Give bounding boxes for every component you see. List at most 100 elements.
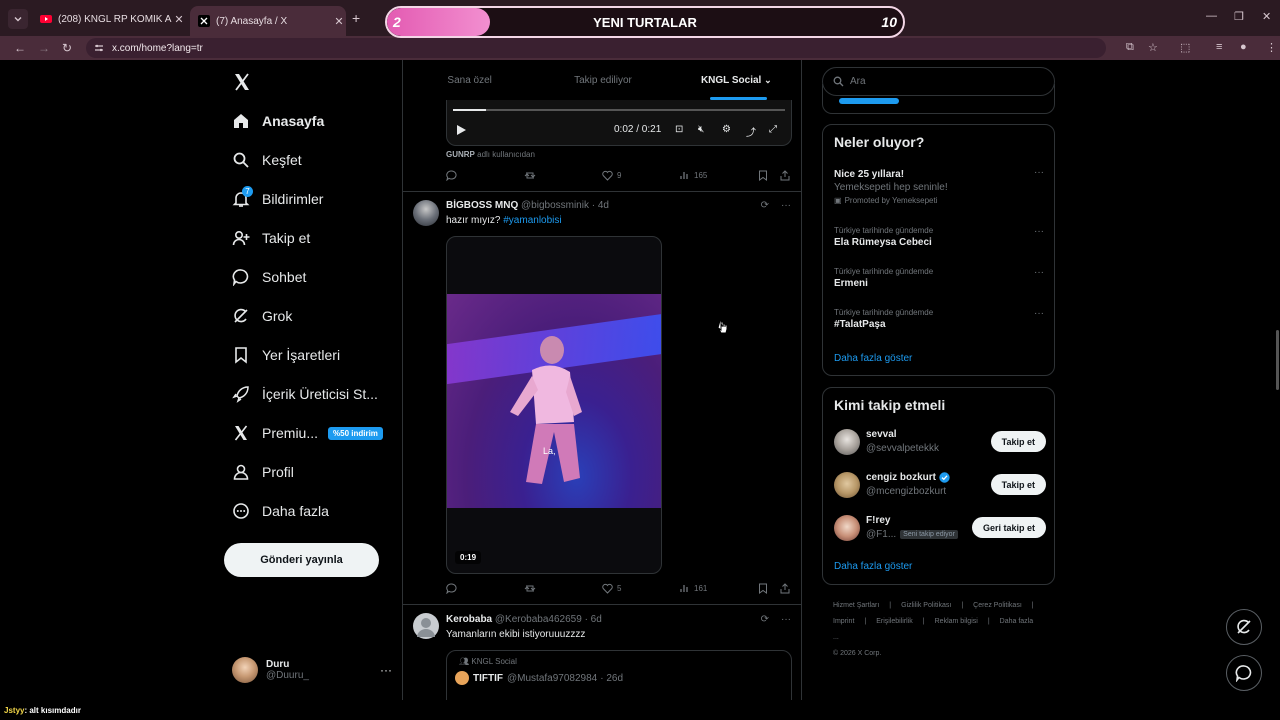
extensions-icon[interactable]: ⬚	[1180, 41, 1190, 54]
nav-item-explore[interactable]: Keşfet	[232, 144, 302, 176]
follow-back-button[interactable]: Geri takip et	[971, 517, 1046, 538]
close-window-icon[interactable]: ✕	[1262, 10, 1271, 23]
new-tab-button[interactable]: +	[352, 10, 360, 26]
footer-link-terms[interactable]: Hizmet Şartları	[833, 602, 879, 609]
page-scrollbar[interactable]	[1276, 330, 1279, 390]
trend-item[interactable]: Türkiye tarihinde gündemde Ela Rümeysa C…	[834, 226, 1044, 248]
author-handle[interactable]: @Kerobaba462659	[495, 614, 582, 625]
browser-tab-youtube[interactable]: (208) KNGL RP KOMİK ANLAR # ✕	[32, 6, 186, 32]
avatar[interactable]	[413, 613, 439, 639]
nav-item-follow[interactable]: Takip et	[232, 222, 310, 254]
footer-link-privacy[interactable]: Gizlilik Politikası	[901, 602, 951, 609]
captions-icon[interactable]: ⊡	[675, 124, 683, 135]
more-icon[interactable]: ···	[380, 663, 392, 677]
repost-icon[interactable]	[524, 170, 540, 181]
restore-icon[interactable]: ❐	[1234, 10, 1244, 23]
like-button[interactable]: 9	[602, 170, 621, 181]
forward-icon[interactable]: →	[38, 41, 50, 55]
trend-item[interactable]: Türkiye tarihinde gündemde Ermeni ···	[834, 267, 1044, 289]
follow-button[interactable]: Takip et	[990, 431, 1046, 452]
search-input[interactable]: Ara	[822, 67, 1055, 96]
footer-link-ads-info[interactable]: Reklam bilgisi	[935, 618, 978, 625]
settings-gear-icon[interactable]: ⚙	[722, 124, 731, 135]
video-seek-bar[interactable]	[453, 109, 785, 111]
mute-icon[interactable]: 🔇︎	[698, 124, 704, 135]
share-icon[interactable]	[780, 170, 794, 181]
share-icon[interactable]	[780, 583, 794, 594]
tab-for-you[interactable]: Sana özel	[403, 60, 536, 100]
more-icon[interactable]: ···	[781, 200, 791, 211]
messages-fab-button[interactable]	[1226, 655, 1262, 691]
reload-icon[interactable]: ↻	[62, 41, 72, 55]
nav-item-notifications[interactable]: 7 Bildirimler	[232, 183, 323, 215]
bookmark-star-icon[interactable]: ☆	[1148, 41, 1158, 54]
nav-item-premium[interactable]: Premiu... %50 indirim	[232, 417, 383, 449]
close-tab-icon[interactable]: ✕	[332, 15, 346, 28]
back-icon[interactable]: ←	[14, 41, 26, 55]
nav-item-profile[interactable]: Profil	[232, 456, 294, 488]
post-time[interactable]: · 4d	[592, 200, 609, 211]
post-video[interactable]: La, 0:19	[446, 236, 662, 574]
show-more-link[interactable]: Daha fazla göster	[834, 353, 912, 364]
follow-button[interactable]: Takip et	[990, 474, 1046, 495]
grok-icon[interactable]: ⟳	[761, 200, 769, 211]
trend-item[interactable]: Nice 25 yıllara! Yemeksepeti hep seninle…	[834, 167, 1044, 205]
tab-following[interactable]: Takip ediliyor	[536, 60, 669, 100]
profile-avatar-icon[interactable]: ●	[1240, 41, 1247, 53]
reply-icon[interactable]	[446, 583, 461, 594]
views-button[interactable]: 165	[680, 170, 707, 180]
author-name[interactable]: BİGBOSS MNQ	[446, 200, 518, 211]
account-switcher[interactable]: Duru @Duuru_ ···	[232, 654, 392, 686]
reply-icon[interactable]	[446, 170, 461, 181]
nav-item-home[interactable]: Anasayfa	[232, 105, 324, 137]
nav-item-chat[interactable]: Sohbet	[232, 261, 306, 293]
nav-item-more[interactable]: Daha fazla	[232, 495, 329, 527]
site-info-icon[interactable]	[94, 43, 104, 53]
close-tab-icon[interactable]: ✕	[172, 13, 186, 26]
tab-kngl-social[interactable]: KNGL Social ⌄	[670, 60, 801, 100]
grok-fab-button[interactable]	[1226, 609, 1262, 645]
avatar[interactable]	[413, 200, 439, 226]
bookmark-icon[interactable]	[758, 583, 772, 594]
follow-suggestion[interactable]: F!rey @F1... Seni takip ediyor Geri taki…	[834, 513, 1046, 543]
post-time[interactable]: · 6d	[585, 614, 602, 625]
views-button[interactable]: 161	[680, 583, 707, 593]
footer-link-cookies[interactable]: Çerez Politikası	[973, 602, 1022, 609]
browser-tab-x[interactable]: (7) Anasayfa / X ✕	[190, 6, 346, 36]
hashtag-link[interactable]: #yamanlobisi	[503, 215, 561, 226]
follow-suggestion[interactable]: sevval @sevvalpetekkk Takip et	[834, 427, 1046, 457]
x-logo-icon[interactable]	[232, 72, 252, 92]
tab-search-button[interactable]	[8, 9, 28, 29]
more-icon[interactable]: ···	[1034, 308, 1044, 319]
pip-icon[interactable]: ⤴	[746, 124, 756, 139]
install-app-icon[interactable]: ⧉	[1126, 41, 1134, 54]
play-icon[interactable]	[455, 124, 467, 136]
repost-icon[interactable]	[524, 583, 540, 594]
card-button-edge[interactable]	[839, 98, 899, 104]
bookmark-icon[interactable]	[758, 170, 772, 181]
media-control-icon[interactable]: ≡	[1216, 41, 1222, 53]
source-user[interactable]: GUNRP	[446, 150, 475, 159]
fullscreen-icon[interactable]: ⤢	[769, 124, 777, 135]
grok-icon[interactable]: ⟳	[761, 614, 769, 625]
browser-menu-icon[interactable]: ⋮	[1266, 41, 1277, 54]
trend-item[interactable]: Türkiye tarihinde gündemde #TalatPaşa ··…	[834, 308, 1044, 330]
more-icon[interactable]: ···	[1034, 267, 1044, 278]
author-name[interactable]: Kerobaba	[446, 614, 492, 625]
author-handle[interactable]: @bigbossminik	[521, 200, 589, 211]
quoted-post[interactable]: 👥︎ KNGL Social TIFTIF @Mustafa97082984 ·…	[446, 650, 792, 700]
like-button[interactable]: 5	[602, 583, 621, 594]
more-icon[interactable]: ···	[1034, 167, 1044, 178]
address-bar[interactable]: x.com/home?lang=tr	[86, 38, 1106, 58]
minimize-icon[interactable]: —	[1206, 10, 1217, 22]
nav-item-grok[interactable]: Grok	[232, 300, 292, 332]
nav-item-bookmarks[interactable]: Yer İşaretleri	[232, 339, 340, 371]
nav-item-creator-studio[interactable]: İçerik Üreticisi St...	[232, 378, 378, 410]
video-player[interactable]: 0:02 / 0:21 ⊡ 🔇︎ ⚙ ⤴ ⤢	[446, 100, 792, 146]
more-icon[interactable]: ···	[781, 614, 791, 625]
footer-link-imprint[interactable]: Imprint	[833, 618, 854, 625]
footer-link-accessibility[interactable]: Erişilebilirlik	[876, 618, 913, 625]
post-button[interactable]: Gönderi yayınla	[224, 543, 379, 577]
more-icon[interactable]: ···	[1034, 226, 1044, 237]
follow-suggestion[interactable]: cengiz bozkurt @mcengizbozkurt Takip et	[834, 470, 1046, 500]
